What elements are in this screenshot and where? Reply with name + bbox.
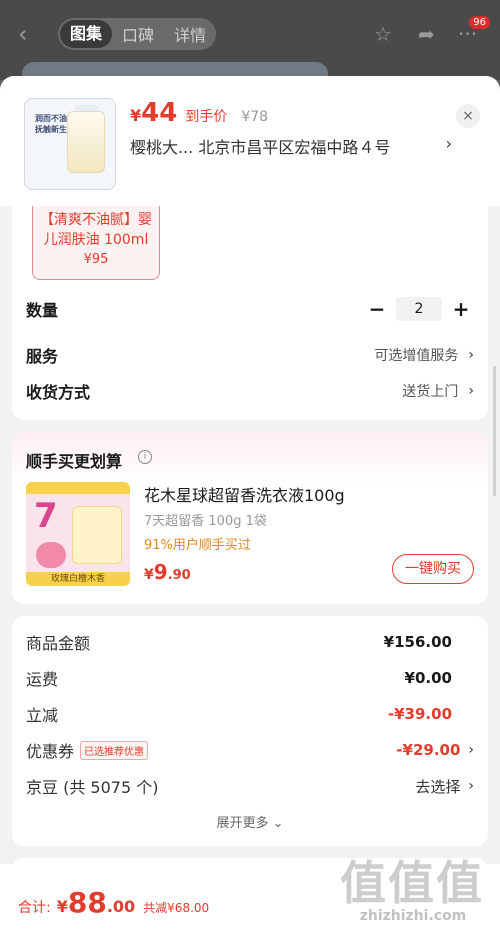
image-caption: 玫瑰白檀木香 xyxy=(26,572,130,586)
close-button[interactable]: × xyxy=(456,104,480,128)
summary-value: 去选择 xyxy=(415,777,461,796)
service-value-group: 可选增值服务 › xyxy=(374,345,474,365)
back-icon: ‹ xyxy=(18,20,28,48)
total-dec: .00 xyxy=(106,897,136,916)
addon-price-int: 9 xyxy=(153,560,168,584)
summary-label: 优惠券 xyxy=(26,742,75,761)
addon-bought-rate: 91%用户顺手买过 xyxy=(144,538,251,553)
summary-row-jd-beans[interactable]: 京豆 (共 5075 个) 去选择 › xyxy=(26,774,474,798)
notification-badge: 96 xyxy=(469,16,490,29)
chevron-right-icon: › xyxy=(468,742,474,758)
summary-label: 京豆 (共 5075 个) xyxy=(26,778,159,797)
summary-row-shipping: 运费 ¥0.00 xyxy=(26,666,474,690)
variant-option-selected[interactable]: 【清爽不油腻】婴儿润肤油 100ml ¥95 xyxy=(32,206,160,280)
delivery-method-value: 送货上门 xyxy=(402,384,459,400)
total-label: 合计: xyxy=(18,900,51,916)
options-card: 【清爽不油腻】婴儿润肤油 100ml ¥95 数量 − 2 + 服务 可选增值服… xyxy=(12,206,488,420)
service-row[interactable]: 服务 可选增值服务 › xyxy=(26,342,474,368)
addon-product-spec: 7天超留香 100g 1袋 xyxy=(144,514,267,529)
sheet-header: 润而不油 抚触新生 ¥ 44 到手价 ¥78 樱桃大... 北京市昌平区宏福中路… xyxy=(0,76,500,206)
tab-reviews: 口碑 xyxy=(121,26,154,45)
tab-gallery: 图集 xyxy=(60,20,112,48)
quantity-minus-button[interactable]: − xyxy=(364,297,390,321)
summary-value: ¥0.00 xyxy=(404,669,452,687)
bottle-shape xyxy=(67,111,105,173)
delivery-address[interactable]: 樱桃大... 北京市昌平区宏福中路４号 xyxy=(130,134,390,158)
scrollbar[interactable] xyxy=(493,366,496,496)
price-row: ¥ 44 到手价 ¥78 xyxy=(130,98,268,128)
summary-row-goods-amount: 商品金额 ¥156.00 xyxy=(26,630,474,654)
share-icon: ➦ xyxy=(418,22,435,46)
image-number: 7 xyxy=(34,496,58,536)
summary-value: -¥39.00 xyxy=(387,705,452,723)
total-symbol: ¥ xyxy=(56,897,68,916)
background-tabs: 图集 口碑 详情 xyxy=(58,18,216,50)
chevron-right-icon: › xyxy=(468,347,474,363)
variant-price: ¥95 xyxy=(83,252,109,267)
coupon-value-group: -¥29.00 › xyxy=(396,741,474,759)
watermark-url: zhizhizhi.com xyxy=(359,908,467,924)
quantity-input[interactable]: 2 xyxy=(396,297,442,321)
summary-label: 商品金额 xyxy=(26,634,91,653)
address-chevron-icon[interactable]: › xyxy=(446,134,452,153)
coupon-tag: 已选推荐优惠 xyxy=(80,740,149,760)
service-label: 服务 xyxy=(26,347,59,366)
thumbnail-caption: 润而不油 抚触新生 xyxy=(35,114,67,134)
price-symbol: ¥ xyxy=(130,106,142,125)
rose-shape xyxy=(36,542,66,568)
star-icon: ☆ xyxy=(374,22,392,46)
addon-price-dec: .90 xyxy=(167,568,191,583)
chevron-right-icon: › xyxy=(468,778,474,794)
info-icon[interactable]: i xyxy=(138,450,152,464)
addon-price-symbol: ¥ xyxy=(144,567,154,583)
total-saved: 共减¥68.00 xyxy=(143,901,210,915)
delivery-method-label: 收货方式 xyxy=(26,383,91,402)
variant-name: 【清爽不油腻】婴儿润肤油 100ml xyxy=(40,212,152,248)
watermark-logo: 值值值 zhizhizhi.com xyxy=(340,858,486,924)
service-value: 可选增值服务 xyxy=(374,348,459,364)
product-thumbnail: 润而不油 抚触新生 xyxy=(24,98,116,190)
final-price-tag: 到手价 xyxy=(185,109,228,125)
delivery-method-row[interactable]: 收货方式 送货上门 › xyxy=(26,378,474,404)
summary-label: 立减 xyxy=(26,706,59,725)
summary-value: ¥156.00 xyxy=(383,633,452,651)
original-price: ¥78 xyxy=(241,109,269,125)
quantity-row: 数量 − 2 + xyxy=(26,296,474,322)
total-amount: 合计: ¥ 88 .00 共减¥68.00 xyxy=(18,886,209,919)
beans-value-group: 去选择 › xyxy=(415,776,474,797)
quantity-stepper: − 2 + xyxy=(364,297,474,321)
delivery-value-group: 送货上门 › xyxy=(402,381,474,401)
addon-price: ¥9.90 xyxy=(144,560,191,584)
summary-label: 运费 xyxy=(26,670,59,689)
summary-row-coupon[interactable]: 优惠券 已选推荐优惠 -¥29.00 › xyxy=(26,738,474,762)
summary-value: -¥29.00 xyxy=(396,741,461,759)
addon-card: 顺手买更划算 i 7 玫瑰白檀木香 花木星球超留香洗衣液100g 7天超留香 1… xyxy=(12,432,488,604)
image-top-strip xyxy=(26,482,130,494)
tab-details: 详情 xyxy=(173,26,206,45)
one-click-buy-button[interactable]: 一键购买 xyxy=(392,554,474,584)
quantity-plus-button[interactable]: + xyxy=(448,297,474,321)
addon-product-name[interactable]: 花木星球超留香洗衣液100g xyxy=(144,482,345,506)
summary-row-discount: 立减 -¥39.00 xyxy=(26,702,474,726)
addon-title: 顺手买更划算 xyxy=(26,452,123,471)
detergent-pack-shape xyxy=(72,506,122,564)
watermark-glyphs: 值值值 xyxy=(340,856,484,910)
summary-card: 商品金额 ¥156.00 运费 ¥0.00 立减 -¥39.00 优惠券 已选推… xyxy=(12,616,488,846)
quantity-label: 数量 xyxy=(26,301,59,320)
coupon-label-group: 优惠券 已选推荐优惠 xyxy=(26,738,149,762)
total-int: 88 xyxy=(67,886,107,919)
chevron-right-icon: › xyxy=(468,383,474,399)
final-price: 44 xyxy=(141,98,178,128)
expand-more-button[interactable]: 展开更多 ⌄ xyxy=(12,812,488,831)
purchase-sheet: 润而不油 抚触新生 ¥ 44 到手价 ¥78 樱桃大... 北京市昌平区宏福中路… xyxy=(0,76,500,936)
addon-product-image[interactable]: 7 玫瑰白檀木香 xyxy=(26,482,130,586)
